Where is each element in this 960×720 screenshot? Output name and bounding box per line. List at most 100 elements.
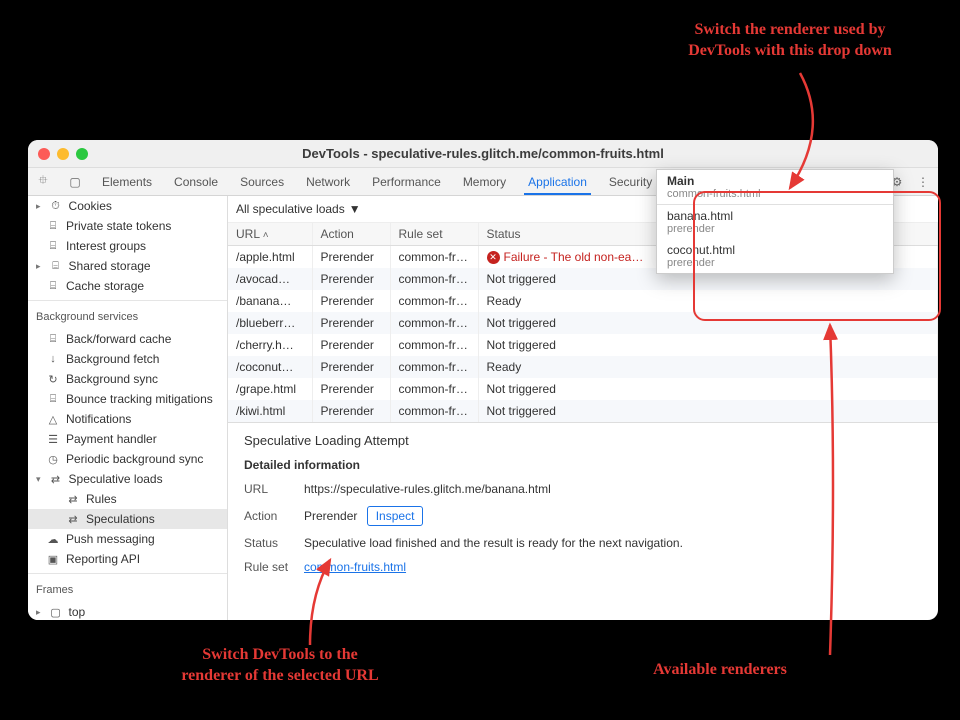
cell-status: Not triggered [478,378,938,400]
detail-ruleset-link[interactable]: common-fruits.html [304,560,406,574]
inspect-icon[interactable]: ⯐ [34,171,52,192]
titlebar: DevTools - speculative-rules.glitch.me/c… [28,140,938,168]
sidebar-group-frames: Frames [28,578,227,602]
detail-heading: Speculative Loading Attempt [244,433,922,448]
col-action[interactable]: Action [312,223,390,246]
sidebar-item-label: Private state tokens [66,219,171,233]
sidebar-subitem[interactable]: ⇄Speculations [28,509,227,529]
col-rule[interactable]: Rule set [390,223,478,246]
sidebar-item[interactable]: ◷ Periodic background sync [28,449,227,469]
sidebar-item[interactable]: ⌸ Back/forward cache [28,329,227,349]
sidebar-item-label: Push messaging [66,532,155,546]
cell-rule: common-fr… [390,312,478,334]
cell-url: /coconut… [228,356,312,378]
cell-url: /kiwi.html [228,400,312,422]
cell-rule: common-fr… [390,378,478,400]
detail-status-value: Speculative load finished and the result… [304,536,922,550]
tab-elements[interactable]: Elements [98,169,156,195]
renderer-menu: Main common-fruits.html banana.htmlprere… [656,169,894,274]
sidebar-item-icon: ⌸ [46,280,60,293]
sidebar-item[interactable]: ⌸ Bounce tracking mitigations [28,389,227,409]
renderer-option[interactable]: coconut.htmlprerender [657,239,893,273]
table-row[interactable]: /banana…Prerendercommon-fr…Ready [228,290,938,312]
sidebar-item-label: Back/forward cache [66,332,171,346]
sidebar-item[interactable]: ⇄ Speculative loads [28,469,227,489]
sidebar-item[interactable]: ⌸ Interest groups [28,236,227,256]
detail-subheading: Detailed information [244,458,922,472]
sidebar-item-label: Bounce tracking mitigations [66,392,213,406]
sidebar-item-icon: ⌸ [46,220,60,233]
sidebar-item-label: Background fetch [66,352,159,366]
sidebar-item[interactable]: ⏱Cookies [28,196,227,216]
table-row[interactable]: /cherry.h…Prerendercommon-fr…Not trigger… [228,334,938,356]
table-row[interactable]: /grape.htmlPrerendercommon-fr…Not trigge… [228,378,938,400]
tab-console[interactable]: Console [170,169,222,195]
cell-url: /cherry.h… [228,334,312,356]
sidebar-item-icon: ⇄ [49,473,63,486]
sidebar-item[interactable]: ↓Background fetch [28,349,227,369]
sidebar-subitem[interactable]: ⇄Rules [28,489,227,509]
cell-status: Not triggered [478,400,938,422]
sidebar-item[interactable]: ⌸ Shared storage [28,256,227,276]
cell-action: Prerender [312,334,390,356]
sidebar-item[interactable]: ☁Push messaging [28,529,227,549]
sidebar-item-icon: ▢ [49,606,63,619]
cell-url: /grape.html [228,378,312,400]
device-toolbar-icon[interactable]: ▢ [66,175,84,189]
cell-action: Prerender [312,400,390,422]
renderer-option-title: banana.html [667,209,883,223]
inspect-button[interactable]: Inspect [367,506,424,526]
sidebar-item-label: Shared storage [69,259,151,273]
filter-label: All speculative loads [236,202,345,216]
sidebar-item-label: Speculative loads [69,472,163,486]
tab-memory[interactable]: Memory [459,169,510,195]
tab-sources[interactable]: Sources [236,169,288,195]
sidebar-item-label: Payment handler [66,432,157,446]
cell-action: Prerender [312,246,390,269]
table-row[interactable]: /blueberr…Prerendercommon-fr…Not trigger… [228,312,938,334]
cell-rule: common-fr… [390,268,478,290]
window-title: DevTools - speculative-rules.glitch.me/c… [28,146,938,161]
sidebar-item-icon: ◷ [46,453,60,466]
cell-action: Prerender [312,312,390,334]
sidebar-item[interactable]: ▢ top [28,602,227,620]
renderer-option-sub: prerender [667,223,883,235]
sidebar-item-label: Cache storage [66,279,144,293]
devtools-window: DevTools - speculative-rules.glitch.me/c… [28,140,938,620]
table-row[interactable]: /coconut…Prerendercommon-fr…Ready [228,356,938,378]
sidebar-item-icon: ⌸ [46,240,60,253]
renderer-option-sub: common-fruits.html [667,188,883,200]
tab-application[interactable]: Application [524,169,591,195]
detail-action-key: Action [244,509,304,523]
renderer-option[interactable]: banana.htmlprerender [657,205,893,239]
kebab-menu-icon[interactable]: ⋮ [914,175,932,189]
sidebar-item-icon: ⏱ [49,200,63,213]
sidebar-item-icon: ⌸ [46,393,60,406]
sidebar-item[interactable]: ⌸ Private state tokens [28,216,227,236]
renderer-option-main[interactable]: Main common-fruits.html [657,170,893,204]
sidebar-item-icon: ▣ [46,553,60,566]
sidebar-group-bg: Background services [28,305,227,329]
sidebar-item-label: Interest groups [66,239,146,253]
sidebar-item[interactable]: ⌸ Cache storage [28,276,227,296]
sidebar-item[interactable]: ☰Payment handler [28,429,227,449]
tab-security[interactable]: Security [605,169,656,195]
detail-url-value: https://speculative-rules.glitch.me/bana… [304,482,922,496]
sidebar-item-icon: ⌸ [46,333,60,346]
annotation-bottom-right: Available renderers [620,660,820,681]
sidebar-item-label: Periodic background sync [66,452,203,466]
sidebar-item[interactable]: ▣Reporting API [28,549,227,569]
tab-network[interactable]: Network [302,169,354,195]
sidebar-item[interactable]: △Notifications [28,409,227,429]
tab-performance[interactable]: Performance [368,169,445,195]
col-url[interactable]: URL [228,223,312,246]
annotation-top: Switch the renderer used byDevTools with… [650,20,930,62]
renderer-option-title: coconut.html [667,243,883,257]
sidebar-item-icon: ⌸ [49,260,63,273]
sidebar-item-label: top [69,605,86,619]
table-row[interactable]: /kiwi.htmlPrerendercommon-fr…Not trigger… [228,400,938,422]
sidebar-item[interactable]: ↻Background sync [28,369,227,389]
cell-rule: common-fr… [390,246,478,269]
renderer-option-sub: prerender [667,257,883,269]
cell-action: Prerender [312,356,390,378]
